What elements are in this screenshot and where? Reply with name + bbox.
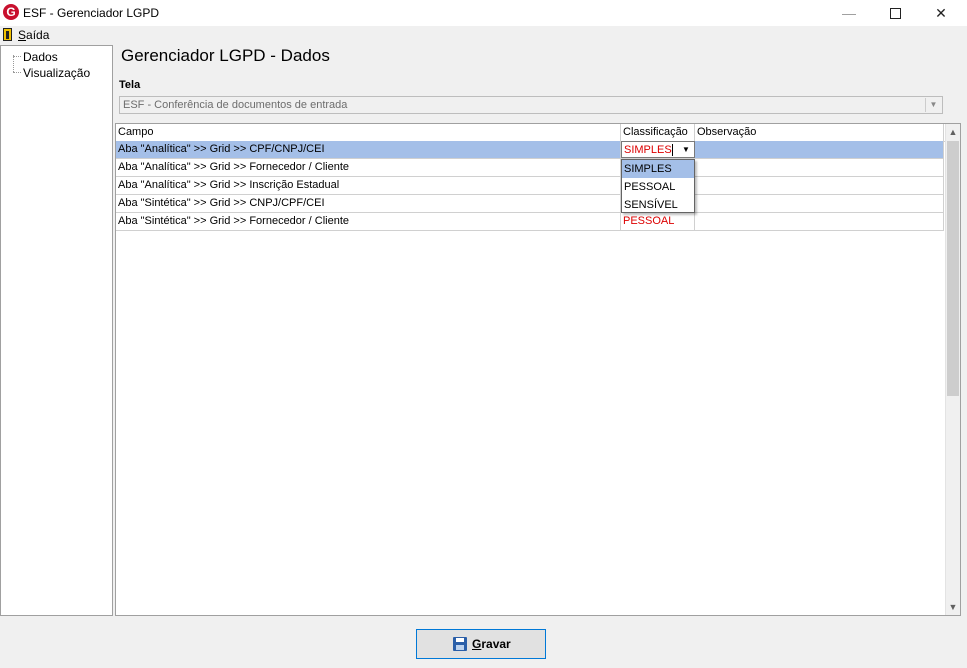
save-mnemonic: G (472, 637, 482, 651)
tela-label: Tela (119, 79, 141, 91)
table-row[interactable]: Aba "Analítica" >> Grid >> Inscrição Est… (116, 177, 944, 195)
text-cursor (672, 144, 673, 156)
floppy-disk-icon (453, 637, 467, 651)
menu-exit-mnemonic: S (18, 28, 27, 42)
save-button-label: Gravar (472, 637, 511, 651)
app-logo-icon: G (3, 4, 19, 20)
menu-exit-label: aída (26, 28, 50, 42)
column-header-observacao[interactable]: Observação (695, 124, 944, 141)
cell-campo[interactable]: Aba "Analítica" >> Grid >> Inscrição Est… (116, 177, 621, 194)
cell-observacao[interactable] (695, 213, 944, 230)
classification-combo-value: SIMPLES (624, 144, 672, 156)
classification-combo[interactable]: SIMPLES ▼ (621, 141, 695, 158)
chevron-up-icon[interactable]: ▲ (946, 124, 960, 140)
cell-campo[interactable]: Aba "Sintética" >> Grid >> CNPJ/CPF/CEI (116, 195, 621, 212)
save-button[interactable]: Gravar (416, 629, 546, 659)
menu-item-exit[interactable]: Saída (18, 28, 49, 42)
chevron-down-icon[interactable]: ▼ (946, 599, 960, 615)
cell-observacao[interactable] (695, 141, 944, 158)
data-grid: Campo Classificação Observação Aba "Anal… (115, 123, 961, 616)
tree-connector (13, 55, 14, 72)
close-button[interactable]: ✕ (918, 0, 964, 26)
column-header-classificacao[interactable]: Classificação (621, 124, 695, 141)
maximize-icon (889, 7, 901, 19)
tela-select[interactable]: ESF - Conferência de documentos de entra… (119, 96, 943, 114)
navigation-tree[interactable]: Dados Visualização (0, 45, 113, 616)
cell-classificacao[interactable]: PESSOAL (621, 213, 695, 230)
tree-item-dados[interactable]: Dados (23, 50, 58, 64)
column-header-campo[interactable]: Campo (116, 124, 621, 141)
maximize-button[interactable] (872, 0, 918, 26)
option-sensivel[interactable]: SENSÍVEL (622, 196, 694, 214)
exit-door-icon[interactable] (3, 28, 12, 41)
option-simples[interactable]: SIMPLES (622, 160, 694, 178)
save-label-rest: ravar (481, 637, 511, 651)
tree-connector (13, 56, 21, 57)
table-row[interactable]: Aba "Analítica" >> Grid >> CPF/CNPJ/CEI … (116, 141, 944, 159)
menu-bar: Saída (0, 26, 967, 44)
tela-select-value: ESF - Conferência de documentos de entra… (123, 99, 348, 111)
table-row[interactable]: Aba "Sintética" >> Grid >> Fornecedor / … (116, 213, 944, 231)
chevron-down-icon[interactable]: ▼ (679, 143, 693, 156)
scrollbar-thumb[interactable] (947, 141, 959, 396)
vertical-scrollbar[interactable]: ▲ ▼ (945, 124, 960, 615)
cell-campo[interactable]: Aba "Sintética" >> Grid >> Fornecedor / … (116, 213, 621, 230)
cell-observacao[interactable] (695, 195, 944, 212)
cell-observacao[interactable] (695, 177, 944, 194)
page-title: Gerenciador LGPD - Dados (121, 46, 330, 65)
window-title: ESF - Gerenciador LGPD (23, 6, 160, 20)
table-row[interactable]: Aba "Sintética" >> Grid >> CNPJ/CPF/CEI (116, 195, 944, 213)
cell-campo[interactable]: Aba "Analítica" >> Grid >> CPF/CNPJ/CEI (116, 141, 621, 158)
grid-header: Campo Classificação Observação (116, 124, 946, 142)
title-bar: G ESF - Gerenciador LGPD — ✕ (0, 0, 967, 26)
cell-campo[interactable]: Aba "Analítica" >> Grid >> Fornecedor / … (116, 159, 621, 176)
tree-connector (13, 72, 21, 73)
classification-dropdown-list: SIMPLES PESSOAL SENSÍVEL (621, 159, 695, 213)
cell-observacao[interactable] (695, 159, 944, 176)
tree-item-visualizacao[interactable]: Visualização (23, 66, 90, 80)
table-row[interactable]: Aba "Analítica" >> Grid >> Fornecedor / … (116, 159, 944, 177)
chevron-down-icon[interactable]: ▼ (925, 98, 941, 112)
option-pessoal[interactable]: PESSOAL (622, 178, 694, 196)
minimize-button[interactable]: — (826, 0, 872, 26)
